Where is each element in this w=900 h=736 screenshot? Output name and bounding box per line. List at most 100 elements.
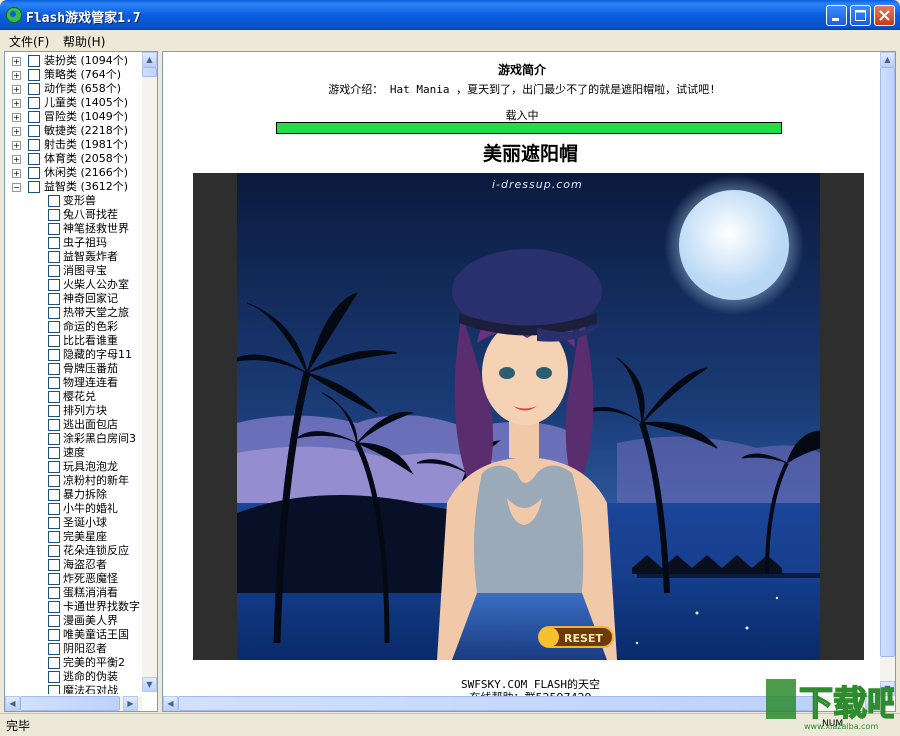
tree-vertical-scrollbar[interactable]: ▲ ▼ [142, 52, 157, 692]
tree-category[interactable]: + 动作类 (658个) [5, 82, 141, 96]
expand-icon[interactable]: + [12, 113, 21, 122]
category-checkbox[interactable] [28, 181, 40, 193]
expand-icon[interactable]: + [12, 99, 21, 108]
tree-category[interactable]: + 儿童类 (1405个) [5, 96, 141, 110]
reset-button[interactable]: RESET [538, 626, 614, 648]
tree-category[interactable]: + 体育类 (2058个) [5, 152, 141, 166]
expand-icon[interactable]: + [12, 71, 21, 80]
scroll-right-button[interactable]: ▶ [123, 696, 138, 711]
tree-category[interactable]: + 射击类 (1981个) [5, 138, 141, 152]
scroll-left-button[interactable]: ◀ [163, 696, 178, 711]
game-checkbox[interactable] [48, 461, 60, 473]
category-checkbox[interactable] [28, 153, 40, 165]
game-checkbox[interactable] [48, 265, 60, 277]
tree-game-item[interactable]: 漫画美人界 [5, 614, 141, 628]
tree-game-item[interactable]: 炸死恶魔怪 [5, 572, 141, 586]
game-checkbox[interactable] [48, 671, 60, 683]
tree-game-item[interactable]: 小牛的婚礼 [5, 502, 141, 516]
expand-icon[interactable]: + [12, 57, 21, 66]
category-checkbox[interactable] [28, 125, 40, 137]
game-checkbox[interactable] [48, 587, 60, 599]
tree-category[interactable]: + 休闲类 (2166个) [5, 166, 141, 180]
game-checkbox[interactable] [48, 573, 60, 585]
scroll-thumb-horizontal[interactable] [178, 696, 818, 711]
game-checkbox[interactable] [48, 517, 60, 529]
collapse-icon[interactable]: − [12, 183, 21, 192]
tree-game-item[interactable]: 消图寻宝 [5, 264, 141, 278]
game-checkbox[interactable] [48, 615, 60, 627]
tree-game-item[interactable]: 神奇回家记 [5, 292, 141, 306]
expand-icon[interactable]: + [12, 155, 21, 164]
expand-icon[interactable]: + [12, 127, 21, 136]
tree-category[interactable]: + 冒险类 (1049个) [5, 110, 141, 124]
game-checkbox[interactable] [48, 657, 60, 669]
scroll-left-button[interactable]: ◀ [5, 696, 20, 711]
tree-game-item[interactable]: 速度 [5, 446, 141, 460]
tree-game-item[interactable]: 樱花兑 [5, 390, 141, 404]
tree-game-item[interactable]: 物理连连看 [5, 376, 141, 390]
tree-game-item[interactable]: 暴力拆除 [5, 488, 141, 502]
game-checkbox[interactable] [48, 335, 60, 347]
tree-game-item[interactable]: 益智轰炸者 [5, 250, 141, 264]
game-checkbox[interactable] [48, 209, 60, 221]
tree-game-item[interactable]: 热带天堂之旅 [5, 306, 141, 320]
game-checkbox[interactable] [48, 279, 60, 291]
game-checkbox[interactable] [48, 559, 60, 571]
game-checkbox[interactable] [48, 489, 60, 501]
tree-game-item[interactable]: 虫子祖玛 [5, 236, 141, 250]
expand-icon[interactable]: + [12, 85, 21, 94]
game-checkbox[interactable] [48, 531, 60, 543]
tree-game-item[interactable]: 涂彩黑白房间3 [5, 432, 141, 446]
game-checkbox[interactable] [48, 363, 60, 375]
game-checkbox[interactable] [48, 223, 60, 235]
category-tree[interactable]: + 装扮类 (1094个) + 策略类 (764个) + 动作类 (658个) + 儿童类 (… [5, 52, 141, 694]
scroll-thumb-horizontal[interactable] [20, 696, 120, 711]
game-checkbox[interactable] [48, 447, 60, 459]
tree-game-item[interactable]: 阴阳忍者 [5, 642, 141, 656]
tree-game-item[interactable]: 隐藏的字母11 [5, 348, 141, 362]
game-checkbox[interactable] [48, 293, 60, 305]
game-checkbox[interactable] [48, 503, 60, 515]
scroll-down-button[interactable]: ▼ [142, 677, 157, 692]
game-checkbox[interactable] [48, 195, 60, 207]
expand-icon[interactable]: + [12, 141, 21, 150]
scroll-up-button[interactable]: ▲ [142, 52, 157, 67]
tree-game-item[interactable]: 完美的平衡2 [5, 656, 141, 670]
tree-game-item[interactable]: 比比看谁重 [5, 334, 141, 348]
game-checkbox[interactable] [48, 685, 60, 694]
game-checkbox[interactable] [48, 237, 60, 249]
game-checkbox[interactable] [48, 349, 60, 361]
tree-game-item[interactable]: 圣诞小球 [5, 516, 141, 530]
tree-horizontal-scrollbar[interactable]: ◀ ▶ [5, 696, 142, 711]
close-button[interactable] [874, 5, 895, 26]
category-checkbox[interactable] [28, 111, 40, 123]
tree-category[interactable]: − 益智类 (3612个) [5, 180, 141, 194]
tree-game-item[interactable]: 蛋糕消消看 [5, 586, 141, 600]
scroll-thumb[interactable] [142, 67, 157, 77]
tree-game-item[interactable]: 魔法石对战 [5, 684, 141, 694]
tree-category[interactable]: + 敏捷类 (2218个) [5, 124, 141, 138]
game-checkbox[interactable] [48, 475, 60, 487]
game-checkbox[interactable] [48, 433, 60, 445]
tree-game-item[interactable]: 变形兽 [5, 194, 141, 208]
game-stage[interactable]: RESET i-dressup.com [237, 173, 820, 660]
category-checkbox[interactable] [28, 97, 40, 109]
category-checkbox[interactable] [28, 83, 40, 95]
expand-icon[interactable]: + [12, 169, 21, 178]
tree-game-item[interactable]: 神笔拯救世界 [5, 222, 141, 236]
menu-file[interactable]: 文件(F) [9, 33, 49, 50]
tree-game-item[interactable]: 海盗忍者 [5, 558, 141, 572]
scroll-up-button[interactable]: ▲ [880, 52, 895, 67]
menu-help[interactable]: 帮助(H) [63, 33, 105, 50]
game-checkbox[interactable] [48, 405, 60, 417]
game-checkbox[interactable] [48, 391, 60, 403]
game-scene[interactable]: RESET [237, 173, 820, 660]
tree-game-item[interactable]: 完美星座 [5, 530, 141, 544]
game-checkbox[interactable] [48, 545, 60, 557]
game-checkbox[interactable] [48, 601, 60, 613]
category-checkbox[interactable] [28, 69, 40, 81]
scroll-thumb[interactable] [880, 67, 895, 657]
tree-game-item[interactable]: 花朵连锁反应 [5, 544, 141, 558]
tree-game-item[interactable]: 命运的色彩 [5, 320, 141, 334]
title-bar[interactable]: Flash游戏管家1.7 [0, 0, 900, 30]
